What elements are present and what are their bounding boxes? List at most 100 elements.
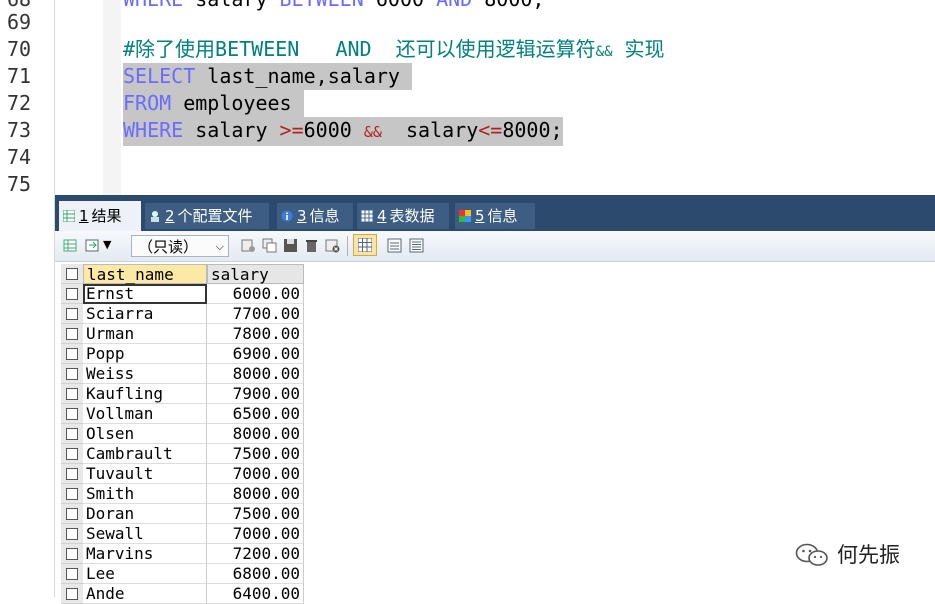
table-row[interactable]: Tuvault 7000.00 [61,464,306,484]
export-grid-icon[interactable] [63,238,78,253]
cell-salary[interactable]: 8000.00 [207,424,304,444]
grid-view-button[interactable] [353,234,377,256]
table-row[interactable]: Cambrault 7500.00 [61,444,306,464]
row-select-cell[interactable] [61,324,83,344]
row-select-cell[interactable] [61,444,83,464]
cell-last-name[interactable]: Ernst [83,284,207,304]
cell-salary[interactable]: 6800.00 [207,564,304,584]
row-checkbox[interactable] [66,528,78,540]
row-checkbox[interactable] [66,468,78,480]
row-select-cell[interactable] [61,544,83,564]
row-select-cell[interactable] [61,524,83,544]
table-row[interactable]: Kaufling 7900.00 [61,384,306,404]
cell-salary[interactable]: 6000.00 [207,284,304,304]
cell-last-name[interactable]: Kaufling [83,384,207,404]
cell-last-name[interactable]: Doran [83,504,207,524]
row-select-cell[interactable] [61,344,83,364]
cell-salary[interactable]: 7800.00 [207,324,304,344]
cell-last-name[interactable]: Sciarra [83,304,207,324]
import-icon[interactable] [85,238,100,253]
cell-salary[interactable]: 6500.00 [207,404,304,424]
tab-info[interactable]: 5 信息 [455,203,535,229]
cell-salary[interactable]: 7200.00 [207,544,304,564]
add-row-icon[interactable] [241,238,256,253]
row-checkbox[interactable] [66,448,78,460]
table-row[interactable]: Sewall 7000.00 [61,524,306,544]
duplicate-row-icon[interactable] [262,238,277,253]
cell-last-name[interactable]: Olsen [83,424,207,444]
select-all-checkbox[interactable] [66,268,78,280]
cell-last-name[interactable]: Ande [83,584,207,604]
row-select-cell[interactable] [61,404,83,424]
readonly-select[interactable]: （只读） ⌵ [131,235,229,257]
cell-last-name[interactable]: Cambrault [83,444,207,464]
cell-last-name[interactable]: Lee [83,564,207,584]
cell-salary[interactable]: 7000.00 [207,464,304,484]
table-row[interactable]: Marvins 7200.00 [61,544,306,564]
tab-messages[interactable]: 3 信息 [277,203,353,229]
table-row[interactable]: Vollman 6500.00 [61,404,306,424]
cell-salary[interactable]: 7000.00 [207,524,304,544]
delete-icon[interactable] [304,238,319,253]
cancel-changes-icon[interactable] [325,238,340,253]
cell-salary[interactable]: 7900.00 [207,384,304,404]
row-checkbox[interactable] [66,428,78,440]
cell-last-name[interactable]: Tuvault [83,464,207,484]
cell-salary[interactable]: 7700.00 [207,304,304,324]
column-header-salary[interactable]: salary [207,264,304,284]
row-checkbox[interactable] [66,568,78,580]
tab-table-data[interactable]: 4 表数据 [357,203,449,229]
row-select-cell[interactable] [61,364,83,384]
row-checkbox[interactable] [66,348,78,360]
select-all-cell[interactable] [61,264,83,284]
table-row[interactable]: Olsen 8000.00 [61,424,306,444]
row-select-cell[interactable] [61,464,83,484]
tab-profile[interactable]: 2 个配置文件 [145,203,269,229]
cell-last-name[interactable]: Popp [83,344,207,364]
table-row[interactable]: Doran 7500.00 [61,504,306,524]
cell-last-name[interactable]: Urman [83,324,207,344]
row-select-cell[interactable] [61,284,83,304]
table-row[interactable]: Sciarra 7700.00 [61,304,306,324]
row-select-cell[interactable] [61,504,83,524]
table-row[interactable]: Popp 6900.00 [61,344,306,364]
row-checkbox[interactable] [66,588,78,600]
cell-last-name[interactable]: Vollman [83,404,207,424]
row-checkbox[interactable] [66,488,78,500]
cell-salary[interactable]: 8000.00 [207,484,304,504]
row-checkbox[interactable] [66,288,78,300]
tab-result[interactable]: 1 结果 [59,201,141,231]
cell-salary[interactable]: 7500.00 [207,444,304,464]
cell-salary[interactable]: 8000.00 [207,364,304,384]
row-checkbox[interactable] [66,388,78,400]
row-select-cell[interactable] [61,584,83,604]
table-row[interactable]: Smith 8000.00 [61,484,306,504]
table-row[interactable]: Ernst 6000.00 [61,284,306,304]
row-select-cell[interactable] [61,424,83,444]
row-checkbox[interactable] [66,548,78,560]
table-row[interactable]: Lee 6800.00 [61,564,306,584]
table-row[interactable]: Ande 6400.00 [61,584,306,604]
row-checkbox[interactable] [66,328,78,340]
table-row[interactable]: Urman 7800.00 [61,324,306,344]
sql-editor[interactable]: 68 WHERE salary BETWEEN 6000 AND 8000; 6… [7,0,935,196]
row-select-cell[interactable] [61,564,83,584]
column-header-last-name[interactable]: last_name [83,264,207,284]
cell-salary[interactable]: 6400.00 [207,584,304,604]
form-view-icon[interactable] [387,238,402,253]
row-select-cell[interactable] [61,384,83,404]
save-icon[interactable] [283,238,298,253]
row-checkbox[interactable] [66,508,78,520]
cell-last-name[interactable]: Sewall [83,524,207,544]
cell-last-name[interactable]: Smith [83,484,207,504]
cell-salary[interactable]: 6900.00 [207,344,304,364]
row-checkbox[interactable] [66,408,78,420]
cell-salary[interactable]: 7500.00 [207,504,304,524]
chevron-down-icon[interactable]: ▼ [103,238,111,251]
row-checkbox[interactable] [66,308,78,320]
row-select-cell[interactable] [61,304,83,324]
table-row[interactable]: Weiss 8000.00 [61,364,306,384]
cell-last-name[interactable]: Weiss [83,364,207,384]
row-checkbox[interactable] [66,368,78,380]
cell-last-name[interactable]: Marvins [83,544,207,564]
